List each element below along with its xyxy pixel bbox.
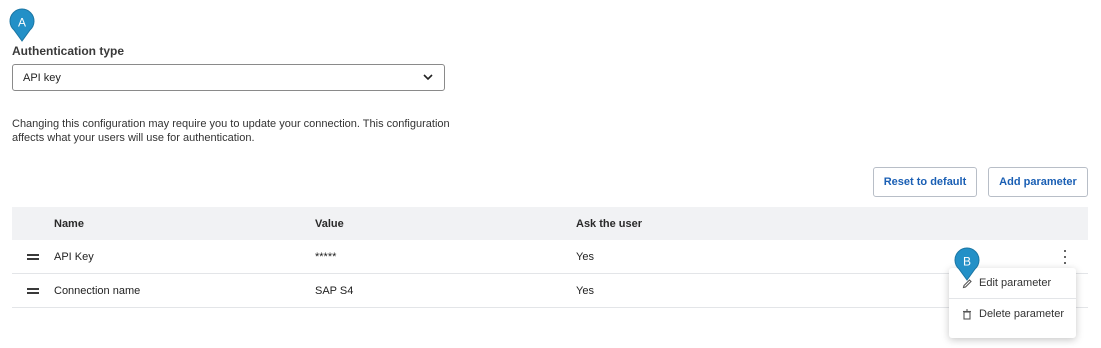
callout-marker-b: B xyxy=(952,247,982,281)
column-header-value: Value xyxy=(315,217,344,230)
column-header-ask-the-user: Ask the user xyxy=(576,217,643,230)
cell-value: ***** xyxy=(315,250,337,263)
table-row: Connection name SAP S4 Yes xyxy=(12,274,1088,308)
add-parameter-button[interactable]: Add parameter xyxy=(988,167,1088,197)
cell-name: API Key xyxy=(54,250,94,263)
chevron-down-icon xyxy=(422,72,434,84)
cell-ask-the-user: Yes xyxy=(576,284,594,297)
trash-icon xyxy=(961,308,973,320)
table-row: API Key ***** Yes xyxy=(12,240,1088,274)
drag-handle-icon[interactable] xyxy=(12,253,54,260)
auth-change-note: Changing this configuration may require … xyxy=(12,118,450,144)
auth-type-selected-value: API key xyxy=(23,71,61,84)
marker-a-label: A xyxy=(18,16,26,30)
auth-type-select[interactable]: API key xyxy=(12,64,445,91)
delete-parameter-label: Delete parameter xyxy=(979,308,1064,320)
auth-type-label: Authentication type xyxy=(12,44,125,58)
edit-parameter-label: Edit parameter xyxy=(979,277,1052,289)
column-header-name: Name xyxy=(54,217,84,230)
more-vertical-icon[interactable] xyxy=(1059,250,1071,264)
cell-value: SAP S4 xyxy=(315,284,354,297)
delete-parameter-menu-item[interactable]: Delete parameter xyxy=(949,298,1076,329)
callout-marker-a: A xyxy=(7,8,37,42)
parameters-table-header: Name Value Ask the user xyxy=(12,207,1088,240)
drag-handle-icon[interactable] xyxy=(12,287,54,294)
marker-b-label: B xyxy=(963,255,971,269)
cell-ask-the-user: Yes xyxy=(576,250,594,263)
reset-to-default-button[interactable]: Reset to default xyxy=(873,167,977,197)
cell-name: Connection name xyxy=(54,284,141,297)
